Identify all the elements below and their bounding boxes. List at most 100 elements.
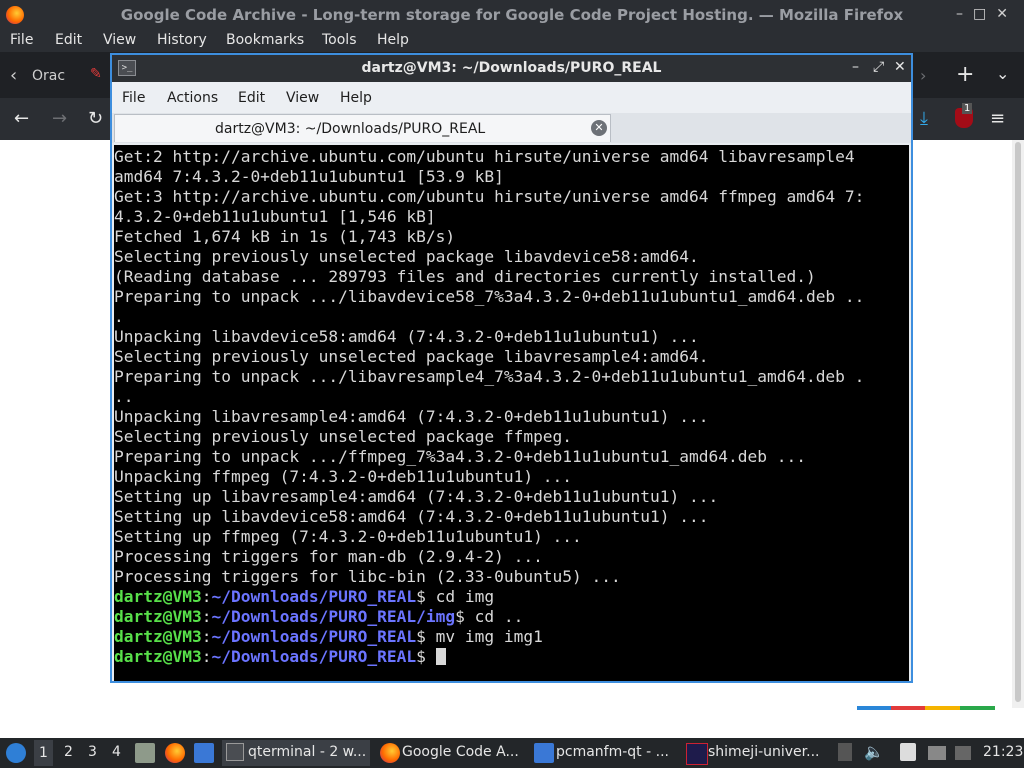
terminal-line: Preparing to unpack .../ffmpeg_7%3a4.3.2… [114, 447, 806, 466]
close-icon[interactable]: ✕ [996, 6, 1018, 22]
terminal-line: Get:2 http://archive.ubuntu.com/ubuntu h… [114, 147, 855, 166]
google-bar-green [960, 706, 995, 710]
menu-bookmarks[interactable]: Bookmarks [226, 32, 304, 48]
close-icon[interactable]: ✕ [894, 59, 906, 75]
task-firefox[interactable]: Google Code A... [376, 740, 524, 766]
menu-help[interactable]: Help [340, 90, 372, 106]
reload-icon[interactable]: ↻ [88, 108, 103, 129]
terminal-line: .. [114, 387, 134, 406]
terminal-line: amd64 7:4.3.2-0+deb11u1ubuntu1 [53.9 kB] [114, 167, 504, 186]
task-label: Google Code A... [402, 744, 519, 760]
terminal-line: Unpacking libavresample4:amd64 (7:4.3.2-… [114, 407, 709, 426]
terminal-tab[interactable]: dartz@VM3: ~/Downloads/PURO_REAL ✕ [114, 114, 611, 142]
terminal-line: Preparing to unpack .../libavresample4_7… [114, 367, 865, 386]
ublock-badge: 1 [962, 103, 973, 114]
terminal-line: (Reading database ... 289793 files and d… [114, 267, 816, 286]
terminal-line: Processing triggers for libc-bin (2.33-0… [114, 567, 621, 586]
menu-edit[interactable]: Edit [238, 90, 265, 106]
minimize-icon[interactable]: – [956, 6, 973, 22]
terminal-prompt-line: dartz@VM3:~/Downloads/PURO_REAL$ mv img … [114, 627, 543, 646]
firefox-window-title: Google Code Archive - Long-term storage … [120, 6, 904, 24]
new-tab-icon[interactable]: + [956, 62, 974, 87]
task-qterminal[interactable]: qterminal - 2 w... [222, 740, 370, 766]
terminal-line: Selecting previously unselected package … [114, 427, 573, 446]
google-bar-red [891, 706, 925, 710]
terminal-line: Selecting previously unselected package … [114, 347, 709, 366]
prompt-user: dartz@VM3 [114, 587, 202, 606]
menu-edit[interactable]: Edit [55, 32, 82, 48]
restore-icon[interactable]: ⤢ [873, 59, 884, 75]
prompt-command: $ mv img img1 [416, 627, 543, 646]
scrollbar-thumb[interactable] [1015, 142, 1021, 702]
terminal-tab-label: dartz@VM3: ~/Downloads/PURO_REAL [215, 121, 486, 137]
files-launcher-icon[interactable] [135, 743, 155, 763]
chevron-down-icon[interactable]: ⌄ [996, 64, 1009, 83]
firefox-launcher-icon[interactable] [165, 743, 185, 763]
terminal-line: 4.3.2-0+deb11u1ubuntu1 [1,546 kB] [114, 207, 436, 226]
menu-view[interactable]: View [103, 32, 136, 48]
task-label: qterminal - 2 w... [248, 744, 367, 760]
keyboard-icon[interactable] [928, 746, 946, 760]
workspace-4[interactable]: 4 [112, 744, 121, 760]
close-tab-icon[interactable]: ✕ [591, 120, 607, 136]
terminal-line: Setting up ffmpeg (7:4.3.2-0+deb11u1ubun… [114, 527, 582, 546]
firefox-scrollbar[interactable] [1012, 140, 1024, 708]
hamburger-menu-icon[interactable]: ≡ [990, 108, 1005, 129]
forward-icon[interactable]: → [52, 108, 67, 129]
window-controls[interactable]: –□✕ [956, 6, 1018, 22]
terminal-line: Processing triggers for man-db (2.9.4-2)… [114, 547, 543, 566]
chevron-left-icon[interactable]: ‹ [10, 65, 17, 86]
terminal-titlebar[interactable]: >_ dartz@VM3: ~/Downloads/PURO_REAL – ⤢ … [112, 55, 911, 82]
back-icon[interactable]: ← [14, 108, 29, 129]
menu-help[interactable]: Help [377, 32, 409, 48]
prompt-path: ~/Downloads/PURO_REAL [211, 647, 417, 666]
task-label: shimeji-univer... [708, 744, 820, 760]
prompt-separator: : [201, 647, 212, 666]
prompt-command: $ cd img [416, 587, 495, 606]
tray-scroll-icon[interactable] [838, 743, 852, 761]
workspace-1[interactable]: 1 [34, 740, 53, 766]
network-icon[interactable] [955, 746, 971, 760]
maximize-icon[interactable]: □ [973, 6, 996, 22]
tab-oracle[interactable]: Orac [32, 68, 65, 84]
google-bar-yellow [925, 706, 960, 710]
download-icon[interactable]: ⤓ [920, 108, 928, 129]
chevron-right-icon[interactable]: › [920, 66, 926, 85]
start-menu-icon[interactable] [6, 743, 26, 763]
menu-file[interactable]: File [122, 90, 145, 106]
clock: 21:23 [983, 744, 1024, 760]
terminal-icon [226, 743, 244, 761]
terminal-menubar: File Actions Edit View Help [112, 82, 911, 113]
prompt-command: $ [416, 647, 436, 666]
prompt-user: dartz@VM3 [114, 647, 202, 666]
firefox-icon [380, 743, 400, 763]
terminal-line: Setting up libavresample4:amd64 (7:4.3.2… [114, 487, 719, 506]
text-cursor [435, 648, 446, 665]
task-pcmanfm[interactable]: pcmanfm-qt - ... [530, 740, 678, 766]
volume-icon[interactable]: 🔈 [864, 742, 884, 761]
workspace-2[interactable]: 2 [64, 744, 73, 760]
prompt-path: ~/Downloads/PURO_REAL [211, 627, 417, 646]
minimize-icon[interactable]: – [852, 59, 859, 75]
workspace-3[interactable]: 3 [88, 744, 97, 760]
menu-file[interactable]: File [10, 32, 33, 48]
terminal-prompt-line: dartz@VM3:~/Downloads/PURO_REAL$ [114, 647, 446, 666]
terminal-line: Get:3 http://archive.ubuntu.com/ubuntu h… [114, 187, 865, 206]
google-bar-blue [857, 706, 891, 710]
task-shimeji[interactable]: shimeji-univer... [682, 740, 830, 766]
menu-view[interactable]: View [286, 90, 319, 106]
clipboard-icon[interactable] [900, 743, 916, 761]
prompt-command: $ cd .. [455, 607, 524, 626]
terminal-prompt-line: dartz@VM3:~/Downloads/PURO_REAL$ cd img [114, 587, 494, 606]
prompt-separator: : [201, 607, 212, 626]
pen-icon: ✎ [90, 66, 102, 82]
prompt-separator: : [201, 627, 212, 646]
menu-history[interactable]: History [157, 32, 207, 48]
terminal-output-area[interactable]: Get:2 http://archive.ubuntu.com/ubuntu h… [114, 145, 909, 681]
menu-tools[interactable]: Tools [322, 32, 357, 48]
menu-actions[interactable]: Actions [167, 90, 218, 106]
desktop-launcher-icon[interactable] [194, 743, 214, 763]
folder-icon [534, 743, 554, 763]
app-icon [686, 743, 708, 765]
firefox-menubar: File Edit View History Bookmarks Tools H… [0, 30, 1024, 52]
